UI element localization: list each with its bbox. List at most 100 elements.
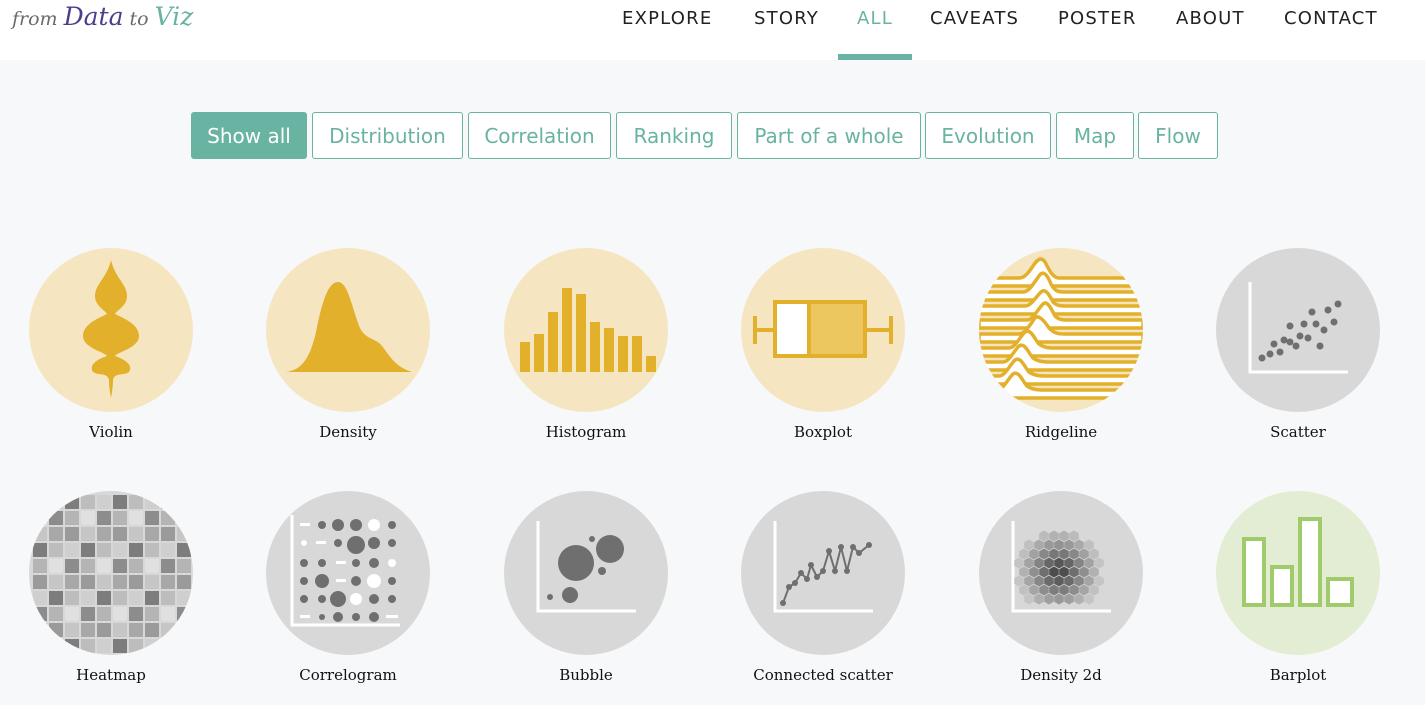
density-hex bbox=[1034, 557, 1044, 569]
heatmap-cell bbox=[145, 527, 159, 541]
chart-card-bubble[interactable]: Bubble bbox=[504, 491, 668, 684]
heatmap-cell bbox=[161, 543, 175, 557]
heatmap-cell bbox=[97, 623, 111, 637]
heatmap-cell bbox=[65, 527, 79, 541]
heatmap-cell bbox=[113, 607, 127, 621]
chart-card-histogram[interactable]: Histogram bbox=[504, 248, 668, 441]
chart-label: Density 2d bbox=[1020, 666, 1102, 684]
correlogram-icon bbox=[266, 491, 430, 655]
density-hex bbox=[1059, 566, 1069, 578]
chart-card-density[interactable]: Density bbox=[266, 248, 430, 441]
heatmap-cell bbox=[49, 495, 63, 509]
density-hex bbox=[1019, 566, 1029, 578]
density-hex bbox=[1024, 593, 1034, 605]
filter-show-all-button[interactable]: Show all bbox=[191, 112, 307, 159]
filter-distribution-button[interactable]: Distribution bbox=[312, 112, 463, 159]
heatmap-cell bbox=[49, 591, 63, 605]
filter-flow-button[interactable]: Flow bbox=[1138, 112, 1218, 159]
density-hex bbox=[1044, 539, 1054, 551]
density-hex bbox=[1034, 593, 1044, 605]
density-hex bbox=[1029, 584, 1039, 596]
chart-card-heatmap[interactable]: Heatmap bbox=[29, 491, 193, 684]
logo-word-viz: Viz bbox=[154, 2, 194, 31]
filter-map-button[interactable]: Map bbox=[1056, 112, 1134, 159]
heatmap-cell bbox=[161, 511, 175, 525]
heatmap-cell bbox=[65, 559, 79, 573]
filter-part-of-a-whole-button[interactable]: Part of a whole bbox=[737, 112, 921, 159]
heatmap-cell bbox=[33, 511, 47, 525]
heatmap-cell bbox=[97, 607, 111, 621]
filter-correlation-button[interactable]: Correlation bbox=[468, 112, 611, 159]
nav-all[interactable]: ALL bbox=[857, 8, 893, 32]
heatmap-cell bbox=[145, 511, 159, 525]
nav-explore[interactable]: EXPLORE bbox=[622, 8, 712, 32]
heatmap-cell bbox=[177, 623, 191, 637]
heatmap-cell bbox=[113, 511, 127, 525]
heatmap-cell bbox=[129, 559, 143, 573]
heatmap-cell bbox=[113, 527, 127, 541]
filter-ranking-button[interactable]: Ranking bbox=[616, 112, 732, 159]
heatmap-cell bbox=[49, 623, 63, 637]
heatmap-cell bbox=[129, 607, 143, 621]
heatmap-cell bbox=[129, 511, 143, 525]
heatmap-cell bbox=[97, 543, 111, 557]
scatter-icon bbox=[1216, 248, 1380, 412]
heatmap-cell bbox=[33, 591, 47, 605]
heatmap-cell bbox=[97, 575, 111, 589]
density-hex bbox=[1064, 557, 1074, 569]
nav-about[interactable]: ABOUT bbox=[1176, 8, 1245, 32]
heatmap-cell bbox=[65, 607, 79, 621]
heatmap-cell bbox=[65, 591, 79, 605]
density-hex bbox=[1089, 584, 1099, 596]
site-logo[interactable]: from Data to Viz bbox=[12, 2, 193, 38]
density-hex bbox=[1014, 575, 1024, 587]
histogram-icon bbox=[504, 248, 668, 412]
chart-card-scatter[interactable]: Scatter bbox=[1216, 248, 1380, 441]
density-hex bbox=[1064, 539, 1074, 551]
density-hex bbox=[1014, 557, 1024, 569]
heatmap-cell bbox=[161, 559, 175, 573]
chart-card-boxplot[interactable]: Boxplot bbox=[741, 248, 905, 441]
density-hex bbox=[1024, 539, 1034, 551]
heatmap-cell bbox=[33, 527, 47, 541]
nav-caveats[interactable]: CAVEATS bbox=[930, 8, 1019, 32]
density-hex bbox=[1084, 575, 1094, 587]
chart-card-connected-scatter[interactable]: Connected scatter bbox=[741, 491, 905, 684]
chart-card-ridgeline[interactable]: Ridgeline bbox=[979, 248, 1143, 441]
heatmap-cell bbox=[161, 591, 175, 605]
boxplot-icon bbox=[741, 248, 905, 412]
nav-poster[interactable]: POSTER bbox=[1058, 8, 1137, 32]
density-hex bbox=[1044, 557, 1054, 569]
density-hex bbox=[1054, 539, 1064, 551]
heatmap-cell bbox=[177, 511, 191, 525]
density-hex bbox=[1024, 575, 1034, 587]
heatmap-cell bbox=[49, 575, 63, 589]
density-hex bbox=[1074, 575, 1084, 587]
nav-story[interactable]: STORY bbox=[754, 8, 819, 32]
ridgeline-icon bbox=[979, 248, 1143, 412]
density-hex bbox=[1079, 566, 1089, 578]
chart-label: Violin bbox=[89, 423, 133, 441]
chart-label: Connected scatter bbox=[753, 666, 893, 684]
density-hex bbox=[1069, 530, 1079, 542]
heatmap-cell bbox=[33, 607, 47, 621]
heatmap-cell bbox=[161, 495, 175, 509]
heatmap-cell bbox=[129, 527, 143, 541]
density-2d-icon bbox=[979, 491, 1143, 655]
filter-evolution-button[interactable]: Evolution bbox=[925, 112, 1051, 159]
heatmap-cell bbox=[145, 639, 159, 653]
density-hex bbox=[1024, 557, 1034, 569]
chart-card-violin[interactable]: Violin bbox=[29, 248, 193, 441]
heatmap-cell bbox=[177, 559, 191, 573]
density-hex bbox=[1084, 557, 1094, 569]
bubble-icon bbox=[504, 491, 668, 655]
heatmap-cell bbox=[81, 607, 95, 621]
chart-card-correlogram[interactable]: Correlogram bbox=[266, 491, 430, 684]
heatmap-cell bbox=[161, 575, 175, 589]
chart-card-density-2d[interactable]: Density 2d bbox=[979, 491, 1143, 684]
heatmap-cell bbox=[97, 591, 111, 605]
logo-word-from: from bbox=[12, 8, 58, 30]
density-hex bbox=[1039, 548, 1049, 560]
nav-contact[interactable]: CONTACT bbox=[1284, 8, 1378, 32]
chart-card-barplot[interactable]: Barplot bbox=[1216, 491, 1380, 684]
